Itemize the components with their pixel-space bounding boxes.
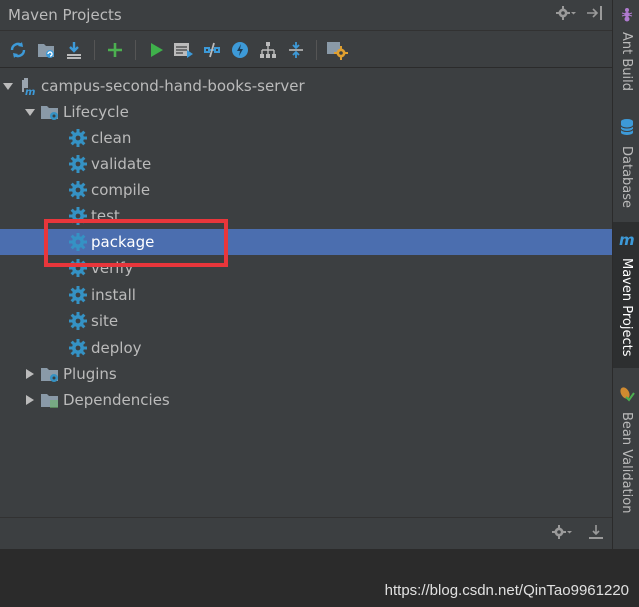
lifecycle-goal-compile[interactable]: compile bbox=[0, 177, 612, 203]
goal-label: validate bbox=[91, 155, 152, 173]
maven-icon: m bbox=[618, 231, 636, 252]
panel-titlebar: Maven Projects bbox=[0, 0, 612, 31]
collapsed-arrow-icon[interactable] bbox=[24, 368, 36, 380]
tab-label: Maven Projects bbox=[619, 258, 634, 357]
lifecycle-goal-clean[interactable]: clean bbox=[0, 125, 612, 151]
goal-label: verify bbox=[91, 259, 134, 277]
tab-label: Bean Validation bbox=[619, 412, 634, 514]
goal-label: test bbox=[91, 207, 120, 225]
goal-label: package bbox=[91, 233, 155, 251]
goal-label: compile bbox=[91, 181, 151, 199]
goal-label: deploy bbox=[91, 339, 142, 357]
watermark-text: https://blog.csdn.net/QinTao9961220 bbox=[384, 582, 629, 599]
lifecycle-goal-verify[interactable]: verify bbox=[0, 255, 612, 281]
bean-validation-icon bbox=[619, 386, 635, 406]
panel-bottom-bar bbox=[0, 517, 612, 549]
panel-settings-gear-icon[interactable] bbox=[556, 5, 576, 25]
maven-project-icon: m bbox=[18, 76, 38, 96]
goal-gear-icon bbox=[68, 258, 88, 278]
tab-label: Ant Build bbox=[619, 32, 634, 91]
lifecycle-goal-site[interactable]: site bbox=[0, 308, 612, 334]
settings-icon[interactable] bbox=[325, 38, 349, 62]
lifecycle-goal-deploy[interactable]: deploy bbox=[0, 335, 612, 361]
lifecycle-folder-icon bbox=[40, 102, 60, 122]
tab-ant-build[interactable]: Ant Build bbox=[613, 6, 639, 91]
lifecycle-goal-test[interactable]: test bbox=[0, 203, 612, 229]
hide-panel-icon[interactable] bbox=[586, 5, 604, 25]
goal-label: clean bbox=[91, 129, 132, 147]
database-icon bbox=[619, 118, 635, 140]
goal-gear-icon bbox=[68, 128, 88, 148]
lifecycle-goal-validate[interactable]: validate bbox=[0, 151, 612, 177]
toggle-offline-icon[interactable] bbox=[200, 38, 224, 62]
tab-label: Database bbox=[619, 146, 634, 209]
expanded-arrow-icon[interactable] bbox=[2, 81, 14, 91]
collapse-all-icon[interactable] bbox=[284, 38, 308, 62]
plugins-folder-icon bbox=[40, 364, 60, 384]
tab-bean-validation[interactable]: Bean Validation bbox=[613, 386, 639, 513]
maven-projects-panel: Maven Projects m campus-second-hand-book… bbox=[0, 0, 612, 549]
lifecycle-goal-package[interactable]: package bbox=[0, 229, 612, 255]
right-tool-window-bar: Ant Build Database m Maven Projects Bean… bbox=[612, 0, 639, 549]
ant-icon bbox=[619, 6, 635, 26]
bottom-area: https://blog.csdn.net/QinTao9961220 bbox=[0, 549, 639, 607]
toolbar-separator bbox=[135, 39, 136, 60]
collapsed-arrow-icon[interactable] bbox=[24, 394, 36, 406]
maven-toolbar bbox=[0, 32, 612, 68]
lifecycle-goal-install[interactable]: install bbox=[0, 282, 612, 308]
goal-gear-icon bbox=[68, 311, 88, 331]
goal-gear-icon bbox=[68, 206, 88, 226]
maven-project-tree: m campus-second-hand-books-server Lifecy… bbox=[0, 70, 612, 516]
tree-node-plugins[interactable]: Plugins bbox=[0, 361, 612, 387]
tree-node-label: Dependencies bbox=[63, 391, 170, 409]
minimize-panel-icon[interactable] bbox=[588, 524, 604, 544]
expanded-arrow-icon[interactable] bbox=[24, 107, 36, 117]
goal-gear-icon bbox=[68, 232, 88, 252]
tree-node-label: Plugins bbox=[63, 365, 117, 383]
run-icon[interactable] bbox=[144, 38, 168, 62]
execute-goal-icon[interactable] bbox=[172, 38, 196, 62]
svg-text:m: m bbox=[619, 232, 635, 248]
generate-sources-icon[interactable] bbox=[34, 38, 58, 62]
bottom-settings-gear-icon[interactable] bbox=[552, 524, 574, 544]
tab-maven-projects[interactable]: m Maven Projects bbox=[613, 222, 639, 368]
svg-text:m: m bbox=[25, 87, 35, 96]
goal-label: site bbox=[91, 312, 119, 330]
dependencies-folder-icon bbox=[40, 390, 60, 410]
goal-gear-icon bbox=[68, 154, 88, 174]
skip-tests-icon[interactable] bbox=[228, 38, 252, 62]
add-icon[interactable] bbox=[103, 38, 127, 62]
tab-database[interactable]: Database bbox=[613, 118, 639, 208]
toolbar-separator bbox=[94, 39, 95, 60]
tree-node-label: Lifecycle bbox=[63, 103, 129, 121]
goal-gear-icon bbox=[68, 180, 88, 200]
reimport-icon[interactable] bbox=[6, 38, 30, 62]
goal-gear-icon bbox=[68, 285, 88, 305]
panel-title: Maven Projects bbox=[8, 6, 122, 24]
goal-gear-icon bbox=[68, 338, 88, 358]
tree-node-label: campus-second-hand-books-server bbox=[41, 77, 305, 95]
tree-node-lifecycle[interactable]: Lifecycle bbox=[0, 99, 612, 125]
tree-node-dependencies[interactable]: Dependencies bbox=[0, 387, 612, 413]
toolbar-separator bbox=[316, 39, 317, 60]
goal-label: install bbox=[91, 286, 136, 304]
download-icon[interactable] bbox=[62, 38, 86, 62]
tree-node-root[interactable]: m campus-second-hand-books-server bbox=[0, 73, 612, 99]
show-dependencies-icon[interactable] bbox=[256, 38, 280, 62]
